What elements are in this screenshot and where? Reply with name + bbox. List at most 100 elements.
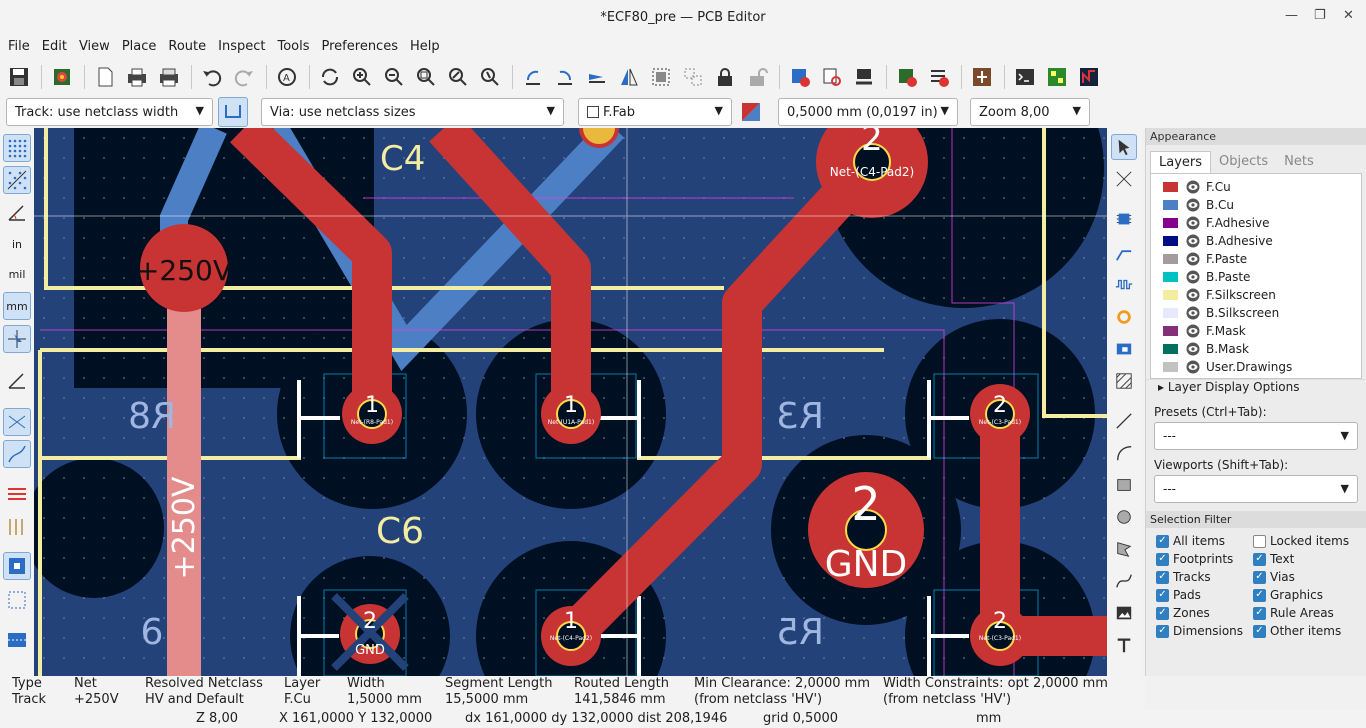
zone-outline-icon[interactable] — [3, 586, 31, 614]
filter-checkbox[interactable]: ✓ Dimensions — [1156, 624, 1253, 638]
layer-row[interactable]: User.Drawings — [1151, 358, 1361, 376]
checkmark-icon[interactable]: ✓ — [1156, 624, 1169, 638]
update-pcb-icon[interactable] — [785, 62, 815, 92]
page-settings-icon[interactable] — [90, 62, 120, 92]
checkmark-icon[interactable]: ✓ — [1253, 570, 1266, 584]
menu-view[interactable]: View — [73, 39, 116, 54]
cursor-crosshair-icon[interactable] — [3, 325, 31, 353]
net-colors-icon[interactable] — [3, 480, 31, 508]
menu-inspect[interactable]: Inspect — [212, 39, 271, 54]
drc-icon[interactable] — [892, 62, 922, 92]
zoom-fit-icon[interactable] — [411, 62, 441, 92]
router-icon[interactable] — [1074, 62, 1104, 92]
eye-icon[interactable] — [1186, 360, 1200, 374]
add-footprint-icon[interactable] — [1111, 206, 1137, 232]
checkmark-icon[interactable]: ✓ — [1253, 588, 1266, 602]
menu-route[interactable]: Route — [162, 39, 212, 54]
layer-row[interactable]: F.Silkscreen — [1151, 286, 1361, 304]
draw-circle-icon[interactable] — [1111, 504, 1137, 530]
eye-icon[interactable] — [1186, 270, 1200, 284]
layer-select[interactable]: F.Fab ▼ — [578, 98, 732, 126]
presets-select[interactable]: --- ▼ — [1154, 422, 1358, 450]
grid-select[interactable]: 0,5000 mm (0,0197 in) ▼ — [778, 98, 958, 126]
tune-length-icon[interactable] — [1111, 272, 1137, 298]
layer-color-swatch[interactable] — [1163, 254, 1178, 264]
layer-color-swatch[interactable] — [1163, 344, 1178, 354]
units-in-button[interactable]: in — [3, 230, 31, 258]
layer-pair-icon[interactable] — [736, 97, 766, 127]
draw-bezier-icon[interactable] — [1111, 568, 1137, 594]
layer-color-swatch[interactable] — [1163, 326, 1178, 336]
menu-tools[interactable]: Tools — [271, 39, 315, 54]
layer-row[interactable]: B.Mask — [1151, 340, 1361, 358]
ungroup-icon[interactable] — [678, 62, 708, 92]
schematic-icon[interactable] — [967, 62, 997, 92]
maximize-icon[interactable]: ❐ — [1314, 8, 1326, 23]
add-rule-area-icon[interactable] — [1111, 368, 1137, 394]
group-icon[interactable] — [646, 62, 676, 92]
net-inspector-icon[interactable] — [924, 62, 954, 92]
polar-coords-icon[interactable] — [3, 198, 31, 226]
redo-icon[interactable] — [229, 62, 259, 92]
eye-icon[interactable] — [1186, 306, 1200, 320]
add-image-icon[interactable] — [1111, 600, 1137, 626]
draw-rectangle-icon[interactable] — [1111, 472, 1137, 498]
angle-snap-icon[interactable] — [3, 366, 31, 394]
ratsnest-icon[interactable] — [3, 408, 31, 436]
local-ratsnest-icon[interactable] — [1111, 166, 1137, 192]
layer-color-swatch[interactable] — [1163, 200, 1178, 210]
curved-ratsnest-icon[interactable] — [3, 440, 31, 468]
filter-checkbox[interactable]: ✓ Vias — [1253, 570, 1363, 584]
eye-icon[interactable] — [1186, 342, 1200, 356]
grid-override-icon[interactable] — [3, 166, 31, 194]
footprint-browser-icon[interactable] — [817, 62, 847, 92]
layer-row[interactable]: F.Paste — [1151, 250, 1361, 268]
checkmark-icon[interactable]: ✓ — [1156, 588, 1169, 602]
units-mm-button[interactable]: mm — [3, 292, 31, 320]
zoom-objects-icon[interactable] — [443, 62, 473, 92]
add-text-icon[interactable] — [1111, 632, 1137, 658]
filter-checkbox[interactable]: ✓ Tracks — [1156, 570, 1253, 584]
layer-color-swatch[interactable] — [1163, 308, 1178, 318]
filter-checkbox[interactable]: ✓ Pads — [1156, 588, 1253, 602]
unlock-icon[interactable] — [742, 62, 772, 92]
tab-nets[interactable]: Nets — [1276, 151, 1322, 173]
filter-checkbox[interactable]: ✓ Graphics — [1253, 588, 1363, 602]
units-mil-button[interactable]: mil — [3, 260, 31, 288]
close-icon[interactable]: ✕ — [1343, 8, 1354, 23]
filter-checkbox[interactable]: ✓ Zones — [1156, 606, 1253, 620]
select-arrow-icon[interactable] — [1111, 134, 1137, 160]
filter-checkbox[interactable]: ✓ Other items — [1253, 624, 1363, 638]
flip-icon[interactable] — [582, 62, 612, 92]
grid-dots-icon[interactable] — [3, 134, 31, 162]
filter-checkbox[interactable]: ✓ Text — [1253, 552, 1363, 566]
footprint-editor-icon[interactable] — [849, 62, 879, 92]
plot-icon[interactable] — [154, 62, 184, 92]
board-setup-icon[interactable] — [47, 62, 77, 92]
save-icon[interactable] — [4, 62, 34, 92]
layer-color-swatch[interactable] — [1163, 362, 1178, 372]
zoom-selection-icon[interactable] — [475, 62, 505, 92]
via-size-select[interactable]: Via: use netclass sizes ▼ — [261, 98, 564, 126]
add-via-icon[interactable] — [1111, 304, 1137, 330]
scripting-console-icon[interactable] — [1010, 62, 1040, 92]
zoom-select[interactable]: Zoom 8,00 ▼ — [970, 98, 1090, 126]
menu-file[interactable]: File — [2, 39, 36, 54]
unchecked-box-icon[interactable] — [1253, 534, 1266, 548]
refresh-icon[interactable] — [315, 62, 345, 92]
eye-icon[interactable] — [1186, 234, 1200, 248]
find-icon[interactable]: A — [272, 62, 302, 92]
zoom-in-icon[interactable] — [347, 62, 377, 92]
tab-layers[interactable]: Layers — [1150, 151, 1212, 173]
high-contrast-icon[interactable] — [3, 626, 31, 654]
add-zone-icon[interactable] — [1111, 336, 1137, 362]
checkmark-icon[interactable]: ✓ — [1156, 552, 1169, 566]
checkmark-icon[interactable]: ✓ — [1156, 570, 1169, 584]
filter-checkbox[interactable]: ✓ Footprints — [1156, 552, 1253, 566]
rotate-ccw-icon[interactable] — [518, 62, 548, 92]
tab-objects[interactable]: Objects — [1211, 151, 1276, 173]
menu-help[interactable]: Help — [404, 39, 446, 54]
checkmark-icon[interactable]: ✓ — [1156, 606, 1169, 620]
layer-row[interactable]: B.Cu — [1151, 196, 1361, 214]
draw-polygon-icon[interactable] — [1111, 536, 1137, 562]
